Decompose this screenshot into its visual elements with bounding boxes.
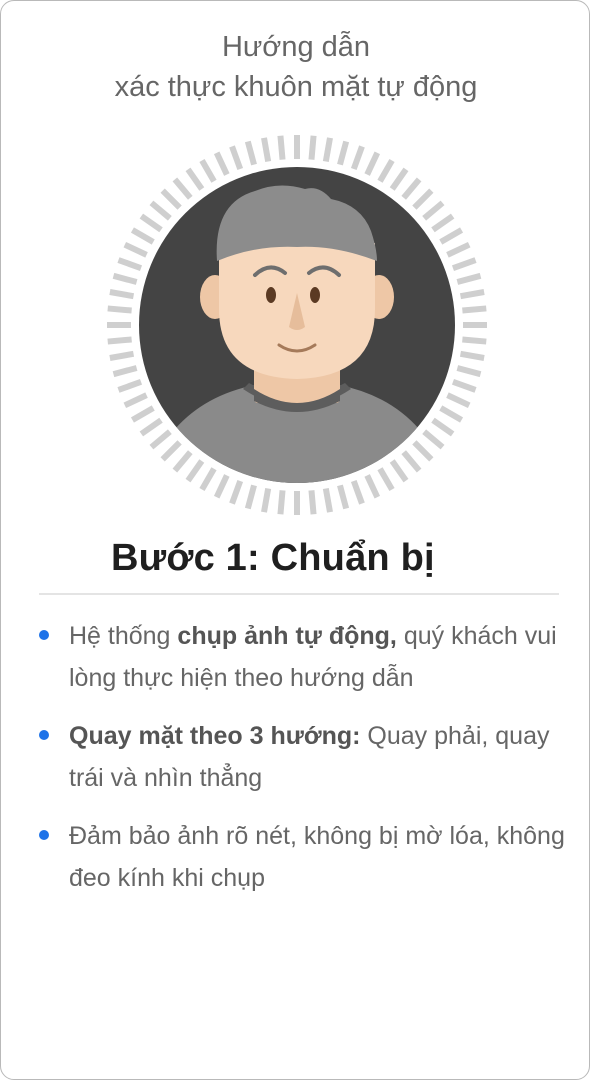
instruction-text: Đảm bảo ảnh rõ nét, không bị mờ lóa, khô… [69, 822, 565, 892]
instruction-list: Hệ thống chụp ảnh tự động, quý khách vui… [37, 615, 567, 915]
ring-tick [229, 145, 244, 171]
ring-tick [160, 440, 182, 462]
ring-tick [130, 405, 155, 423]
face-avatar-icon [107, 135, 487, 515]
bullet-dot-icon [39, 830, 49, 840]
ring-tick [422, 200, 445, 221]
page-title: Hướng dẫn xác thực khuôn mặt tự động [1, 27, 589, 107]
ring-tick [412, 188, 434, 210]
ring-tick [446, 392, 471, 409]
ring-tick [456, 365, 482, 378]
step-heading: Bước 1: Chuẩn bị [111, 537, 435, 579]
ring-tick [389, 459, 409, 483]
ring-tick [422, 429, 445, 450]
ring-tick [462, 336, 487, 345]
ring-tick [459, 350, 485, 361]
ring-tick [112, 272, 138, 285]
ring-tick [149, 200, 172, 221]
ring-tick [244, 484, 257, 510]
ring-tick [350, 479, 365, 505]
ring-tick [213, 474, 230, 499]
ring-tick [456, 272, 482, 285]
ring-tick [431, 213, 455, 233]
ring-tick [117, 378, 143, 393]
ring-tick [130, 227, 155, 245]
ring-tick [123, 241, 148, 258]
ring-tick [199, 467, 217, 492]
ring-tick [377, 467, 395, 492]
ring-tick [451, 378, 477, 393]
ring-tick [244, 140, 257, 166]
ring-tick [308, 490, 317, 515]
ring-tick [123, 392, 148, 409]
ring-tick [160, 188, 182, 210]
ring-tick [308, 135, 317, 160]
bullet-dot-icon [39, 630, 49, 640]
title-line-2: xác thực khuôn mặt tự động [114, 71, 478, 103]
instruction-text: Hệ thống [69, 622, 178, 650]
ring-tick [185, 167, 205, 191]
ring-tick [462, 305, 487, 314]
ring-tick [149, 429, 172, 450]
ring-tick [199, 158, 217, 183]
ring-tick [261, 487, 272, 513]
avatar-eye-right [310, 287, 320, 303]
divider [39, 593, 559, 595]
ring-tick [322, 137, 333, 163]
instruction-emphasis: Quay mặt theo 3 hướng: [69, 722, 361, 750]
ring-tick [364, 474, 381, 499]
ring-tick [172, 177, 193, 200]
instruction-item: Hệ thống chụp ảnh tự động, quý khách vui… [37, 615, 567, 699]
ring-tick [277, 135, 286, 160]
ring-tick [107, 305, 132, 314]
instruction-item: Quay mặt theo 3 hướng: Quay phải, quay t… [37, 715, 567, 799]
ring-tick [439, 405, 464, 423]
ring-tick [229, 479, 244, 505]
ring-tick [377, 158, 395, 183]
ring-tick [213, 151, 230, 176]
ring-tick [277, 490, 286, 515]
ring-tick [389, 167, 409, 191]
ring-tick [401, 450, 422, 473]
ring-tick [337, 140, 350, 166]
ring-tick [446, 241, 471, 258]
bullet-dot-icon [39, 730, 49, 740]
ring-tick [364, 151, 381, 176]
instruction-emphasis: chụp ảnh tự động, [177, 622, 397, 650]
ring-tick [139, 213, 163, 233]
guide-card: Hướng dẫn xác thực khuôn mặt tự động Bướ… [0, 0, 590, 1080]
ring-tick [109, 350, 135, 361]
title-line-1: Hướng dẫn [221, 31, 371, 63]
ring-tick [337, 484, 350, 510]
ring-tick [117, 257, 143, 272]
ring-tick [350, 145, 365, 171]
ring-tick [172, 450, 193, 473]
avatar-eye-left [266, 287, 276, 303]
ring-tick [459, 289, 485, 300]
ring-tick [412, 440, 434, 462]
instruction-item: Đảm bảo ảnh rõ nét, không bị mờ lóa, khô… [37, 815, 567, 899]
ring-tick [109, 289, 135, 300]
ring-tick [185, 459, 205, 483]
ring-tick [451, 257, 477, 272]
ring-tick [261, 137, 272, 163]
ring-tick [139, 417, 163, 437]
ring-tick [322, 487, 333, 513]
ring-tick [431, 417, 455, 437]
ring-tick [439, 227, 464, 245]
ring-tick [112, 365, 138, 378]
ring-tick [401, 177, 422, 200]
ring-tick [107, 336, 132, 345]
